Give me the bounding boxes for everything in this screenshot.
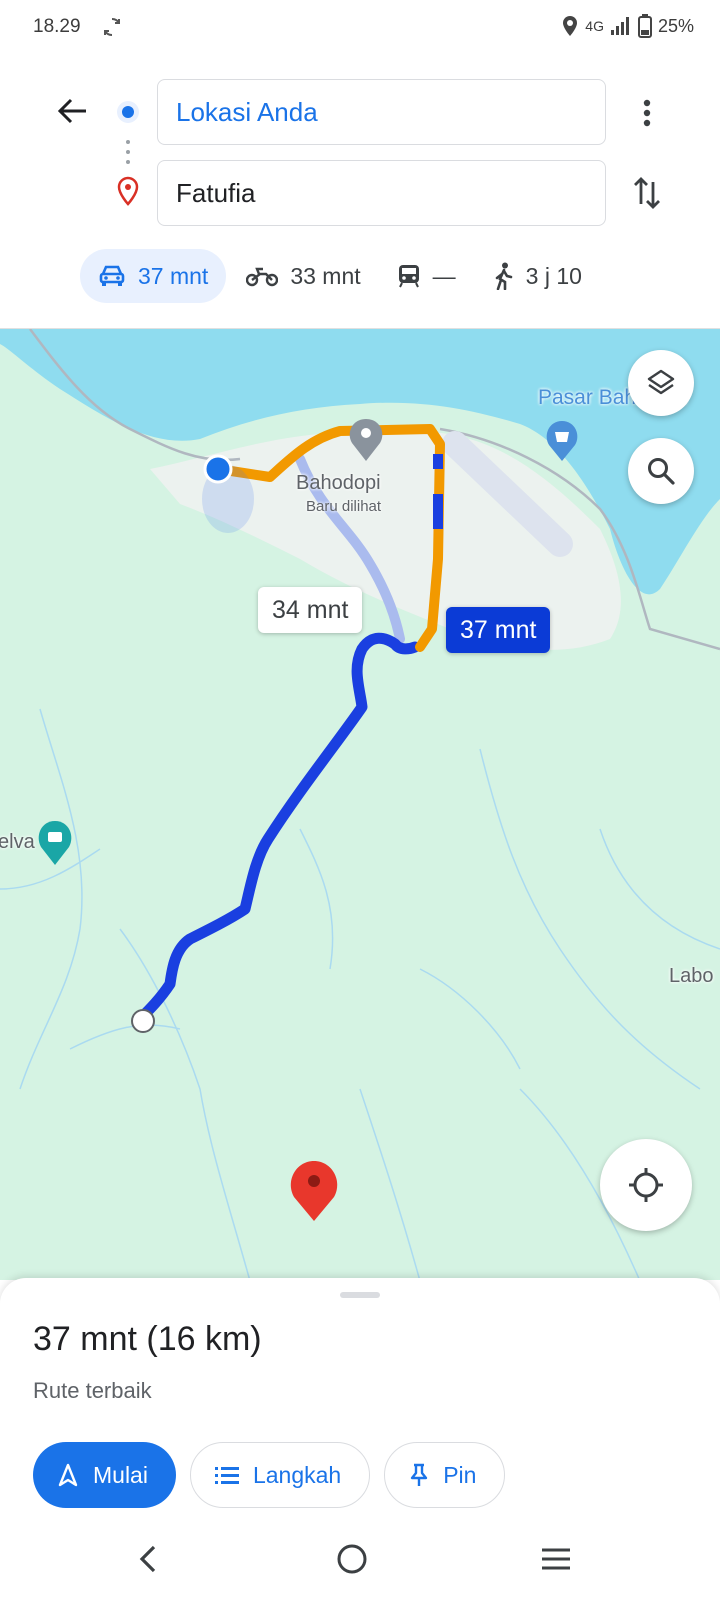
- signal-icon: [610, 17, 629, 35]
- tab-motorcycle[interactable]: 33 mnt: [230, 249, 376, 303]
- status-time: 18.29: [33, 16, 81, 37]
- destination-pin-icon: [117, 176, 139, 206]
- chevron-left-icon: [139, 1545, 156, 1573]
- directions-header: Lokasi Anda Fatufia 37 mnt 33 mnt — 3 j …: [0, 56, 720, 326]
- route-note: Rute terbaik: [33, 1378, 152, 1403]
- origin-dot-icon: [117, 101, 139, 123]
- map-label-bahodopi-sub: Baru dilihat: [306, 498, 382, 515]
- arrow-back-icon: [58, 98, 86, 124]
- my-location-icon: [629, 1168, 663, 1202]
- tab-driving-label: 37 mnt: [138, 262, 209, 289]
- back-button[interactable]: [48, 86, 98, 136]
- swap-vert-icon: [634, 177, 660, 209]
- nav-home-button[interactable]: [322, 1534, 382, 1584]
- map-view[interactable]: Bahodopi Baru dilihat Pasar Bahodopi elv…: [0, 328, 720, 1280]
- tab-driving[interactable]: 37 mnt: [80, 249, 227, 303]
- destination-input[interactable]: Fatufia: [157, 160, 606, 226]
- alt-route-time-chip[interactable]: 34 mnt: [258, 587, 363, 633]
- my-location-button[interactable]: [600, 1139, 692, 1231]
- start-button[interactable]: Mulai: [33, 1442, 176, 1508]
- tab-walking[interactable]: 3 j 10: [476, 249, 598, 303]
- search-map-button[interactable]: [628, 438, 694, 504]
- map-label-labo[interactable]: Labo: [669, 965, 714, 988]
- transit-icon: [398, 265, 419, 288]
- origin-input[interactable]: Lokasi Anda: [157, 79, 606, 145]
- battery-icon: [637, 14, 652, 38]
- list-icon: [214, 1467, 239, 1484]
- motorcycle-icon: [246, 267, 279, 287]
- navigation-icon: [58, 1463, 78, 1487]
- tab-motorcycle-label: 33 mnt: [290, 262, 361, 289]
- sheet-drag-handle[interactable]: [340, 1292, 380, 1298]
- layers-button[interactable]: [628, 350, 694, 416]
- route-bottom-sheet: 37 mnt (16 km) Rute terbaik Mulai Langka…: [0, 1278, 720, 1524]
- nav-back-button[interactable]: [118, 1534, 178, 1584]
- network-type: 4G: [585, 18, 604, 34]
- battery-level: 25%: [657, 15, 694, 36]
- sync-icon: [104, 17, 120, 37]
- pin-button-label: Pin: [443, 1461, 477, 1488]
- main-route-time-chip[interactable]: 37 mnt: [446, 607, 551, 653]
- map-label-elva[interactable]: elva: [0, 831, 35, 854]
- tab-transit[interactable]: —: [381, 249, 472, 303]
- steps-button-label: Langkah: [252, 1461, 342, 1488]
- menu-icon: [542, 1548, 570, 1570]
- swap-button[interactable]: [627, 168, 667, 218]
- map-label-bahodopi[interactable]: Bahodopi: [296, 472, 381, 495]
- route-summary: 37 mnt (16 km): [33, 1320, 262, 1358]
- search-icon: [648, 458, 675, 485]
- nav-recents-button[interactable]: [526, 1534, 586, 1584]
- location-icon: [563, 16, 578, 36]
- steps-button[interactable]: Langkah: [189, 1442, 371, 1508]
- travel-mode-tabs: 37 mnt 33 mnt — 3 j 10: [80, 249, 602, 303]
- walk-icon: [495, 262, 512, 290]
- car-icon: [99, 265, 125, 286]
- more-options-button[interactable]: [627, 88, 667, 138]
- pin-button[interactable]: Pin: [384, 1442, 506, 1508]
- layers-icon: [647, 369, 675, 395]
- route-actions: Mulai Langkah Pin: [33, 1442, 506, 1508]
- status-bar: 18.29 4G 25%: [0, 0, 720, 56]
- start-button-label: Mulai: [93, 1461, 148, 1488]
- route-connector: [126, 140, 130, 180]
- more-vert-icon: [643, 99, 651, 127]
- push-pin-icon: [411, 1463, 428, 1486]
- tab-transit-label: —: [432, 262, 456, 289]
- status-indicators: 4G 25%: [561, 14, 694, 38]
- system-nav-bar: [0, 1524, 720, 1600]
- home-circle-icon: [337, 1544, 367, 1574]
- tab-walking-label: 3 j 10: [525, 262, 582, 289]
